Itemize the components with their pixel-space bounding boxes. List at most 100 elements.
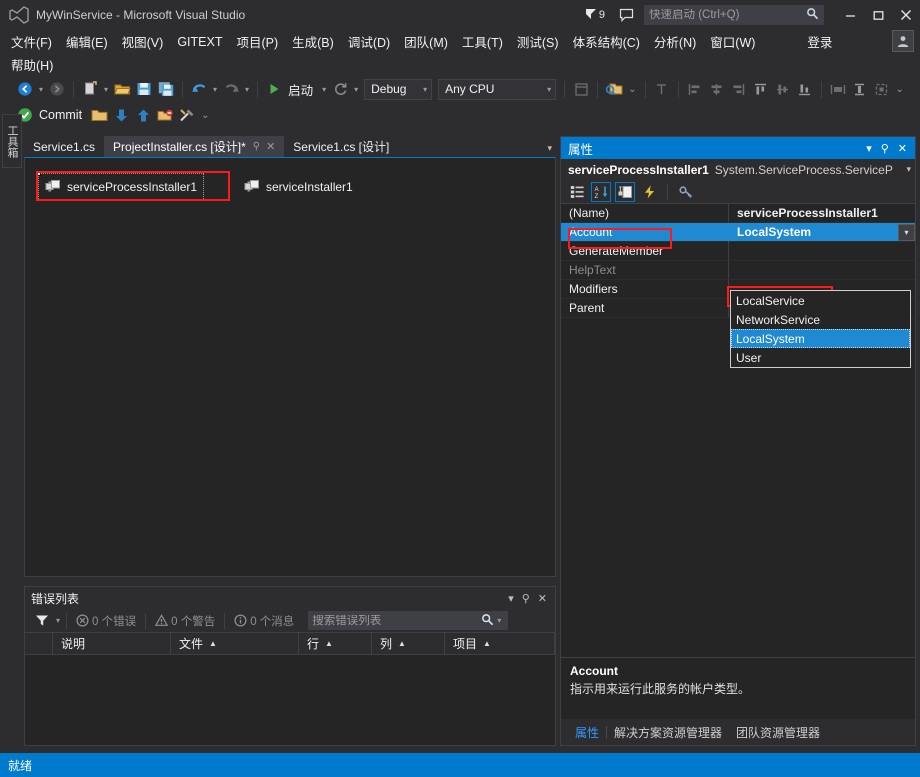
solution-platform-combo[interactable]: Any CPU ▾: [438, 79, 556, 100]
start-debug-caret-icon[interactable]: ▾: [319, 85, 329, 94]
minimize-button[interactable]: [836, 0, 864, 30]
align-centers-icon[interactable]: [706, 78, 728, 100]
error-list-column-indicator[interactable]: [25, 633, 53, 654]
pin-icon[interactable]: ⚲: [881, 142, 889, 155]
filter-caret-icon[interactable]: ▾: [53, 616, 63, 625]
property-name[interactable]: (Name): [561, 204, 729, 223]
property-value[interactable]: [729, 261, 915, 280]
chevron-down-icon[interactable]: ▾: [866, 142, 872, 155]
properties-page-icon[interactable]: [615, 182, 635, 202]
overflow-icon[interactable]: ⌄: [893, 84, 907, 95]
make-same-size-icon[interactable]: [871, 78, 893, 100]
property-name[interactable]: GenerateMember: [561, 242, 729, 261]
align-bottoms-icon[interactable]: [794, 78, 816, 100]
property-row-generatemember[interactable]: GenerateMember: [561, 242, 915, 261]
push-icon[interactable]: [132, 104, 154, 126]
dropdown-option-user[interactable]: User: [731, 348, 910, 367]
redo-caret-icon[interactable]: ▾: [242, 85, 252, 94]
menu-item-view[interactable]: 视图(V): [115, 30, 171, 53]
selection-handle[interactable]: [36, 171, 41, 176]
solution-configuration-combo[interactable]: Debug ▾: [364, 79, 432, 100]
sign-in-button[interactable]: 登录: [800, 30, 839, 53]
component-serviceinstaller1[interactable]: serviceInstaller1: [238, 174, 359, 200]
property-name[interactable]: Account: [561, 223, 729, 242]
sync-icon[interactable]: [154, 104, 176, 126]
close-icon[interactable]: ✕: [266, 140, 275, 153]
categorized-icon[interactable]: [567, 182, 587, 202]
chevron-down-icon[interactable]: ▾: [547, 143, 552, 154]
footer-tab-solution-explorer[interactable]: 解决方案资源管理器: [607, 724, 729, 741]
menu-item-team[interactable]: 团队(M): [397, 30, 455, 53]
document-tab-service1-cs[interactable]: Service1.cs: [24, 136, 104, 157]
new-item-caret-icon[interactable]: ▾: [101, 85, 111, 94]
align-tops-icon[interactable]: [750, 78, 772, 100]
footer-tab-properties[interactable]: 属性: [568, 724, 606, 741]
chevron-down-icon[interactable]: ▾: [902, 164, 911, 175]
property-value[interactable]: LocalSystem ▾: [729, 223, 915, 242]
menu-item-architecture[interactable]: 体系结构(C): [566, 30, 647, 53]
overflow-icon[interactable]: ⌄: [198, 110, 212, 121]
footer-tab-team-explorer[interactable]: 团队资源管理器: [729, 724, 827, 741]
new-item-icon[interactable]: [79, 78, 101, 100]
start-debug-play-icon[interactable]: [263, 78, 285, 100]
menu-item-tools[interactable]: 工具(T): [455, 30, 510, 53]
navigate-back-icon[interactable]: [14, 78, 36, 100]
properties-object-selector[interactable]: serviceProcessInstaller1 System.ServiceP…: [561, 159, 915, 180]
redo-icon[interactable]: [220, 78, 242, 100]
account-dropdown-list[interactable]: LocalService NetworkService LocalSystem …: [730, 290, 911, 368]
message-count-chip[interactable]: 0 个消息: [228, 613, 300, 629]
filter-icon[interactable]: [31, 610, 53, 632]
menu-item-debug[interactable]: 调试(D): [341, 30, 397, 53]
property-pages-key-icon[interactable]: [676, 182, 696, 202]
document-tab-projectinstaller-designer[interactable]: ProjectInstaller.cs [设计]* ⚲ ✕: [104, 136, 284, 157]
property-name[interactable]: HelpText: [561, 261, 729, 280]
build-tools-icon[interactable]: [176, 104, 198, 126]
warning-count-chip[interactable]: 0 个警告: [149, 613, 221, 629]
quick-launch-box[interactable]: [644, 5, 824, 25]
navigate-forward-icon[interactable]: [46, 78, 68, 100]
error-list-search-box[interactable]: ▾: [308, 611, 508, 630]
error-list-column-line[interactable]: 行 ▲: [299, 633, 372, 654]
align-lefts-icon[interactable]: [684, 78, 706, 100]
dropdown-option-localsystem[interactable]: LocalSystem: [731, 329, 910, 348]
align-middles-icon[interactable]: [772, 78, 794, 100]
error-list-column-description[interactable]: 说明: [53, 633, 171, 654]
error-count-chip[interactable]: 0 个错误: [70, 613, 142, 629]
menu-item-test[interactable]: 测试(S): [510, 30, 566, 53]
menu-item-edit[interactable]: 编辑(E): [59, 30, 115, 53]
events-lightning-icon[interactable]: [639, 182, 659, 202]
property-grid[interactable]: (Name) serviceProcessInstaller1 Account …: [561, 204, 915, 660]
error-list-search-input[interactable]: [312, 615, 481, 627]
close-button[interactable]: [892, 0, 920, 30]
error-list-column-file[interactable]: 文件 ▲: [171, 633, 299, 654]
save-icon[interactable]: [133, 78, 155, 100]
account-icon[interactable]: [892, 30, 914, 52]
open-file-icon[interactable]: [111, 78, 133, 100]
chevron-down-icon[interactable]: ▾: [508, 592, 514, 605]
restart-caret-icon[interactable]: ▾: [351, 85, 361, 94]
property-row-helptext[interactable]: HelpText: [561, 261, 915, 280]
chevron-down-icon[interactable]: ▾: [898, 224, 915, 241]
search-options-caret-icon[interactable]: ▾: [494, 616, 504, 625]
error-list-column-project[interactable]: 项目 ▲: [445, 633, 555, 654]
restart-icon[interactable]: [329, 78, 351, 100]
property-row-name[interactable]: (Name) serviceProcessInstaller1: [561, 204, 915, 223]
dropdown-option-networkservice[interactable]: NetworkService: [731, 310, 910, 329]
close-icon[interactable]: ✕: [538, 592, 547, 605]
component-designer-surface[interactable]: serviceProcessInstaller1 serviceInstalle…: [24, 157, 556, 577]
overflow-icon[interactable]: ⌄: [625, 84, 639, 95]
pull-icon[interactable]: [110, 104, 132, 126]
property-value[interactable]: serviceProcessInstaller1: [729, 204, 915, 223]
open-repo-icon[interactable]: [88, 104, 110, 126]
make-same-width-icon[interactable]: [827, 78, 849, 100]
notifications-button[interactable]: 9: [584, 7, 605, 23]
undo-caret-icon[interactable]: ▾: [210, 85, 220, 94]
undo-icon[interactable]: [188, 78, 210, 100]
property-name[interactable]: Modifiers: [561, 280, 729, 299]
toolbox-tab[interactable]: 工具箱: [2, 114, 22, 168]
menu-item-analyze[interactable]: 分析(N): [647, 30, 703, 53]
property-value[interactable]: [729, 242, 915, 261]
menu-item-help[interactable]: 帮助(H): [4, 53, 60, 76]
make-same-height-icon[interactable]: [849, 78, 871, 100]
maximize-button[interactable]: [864, 0, 892, 30]
